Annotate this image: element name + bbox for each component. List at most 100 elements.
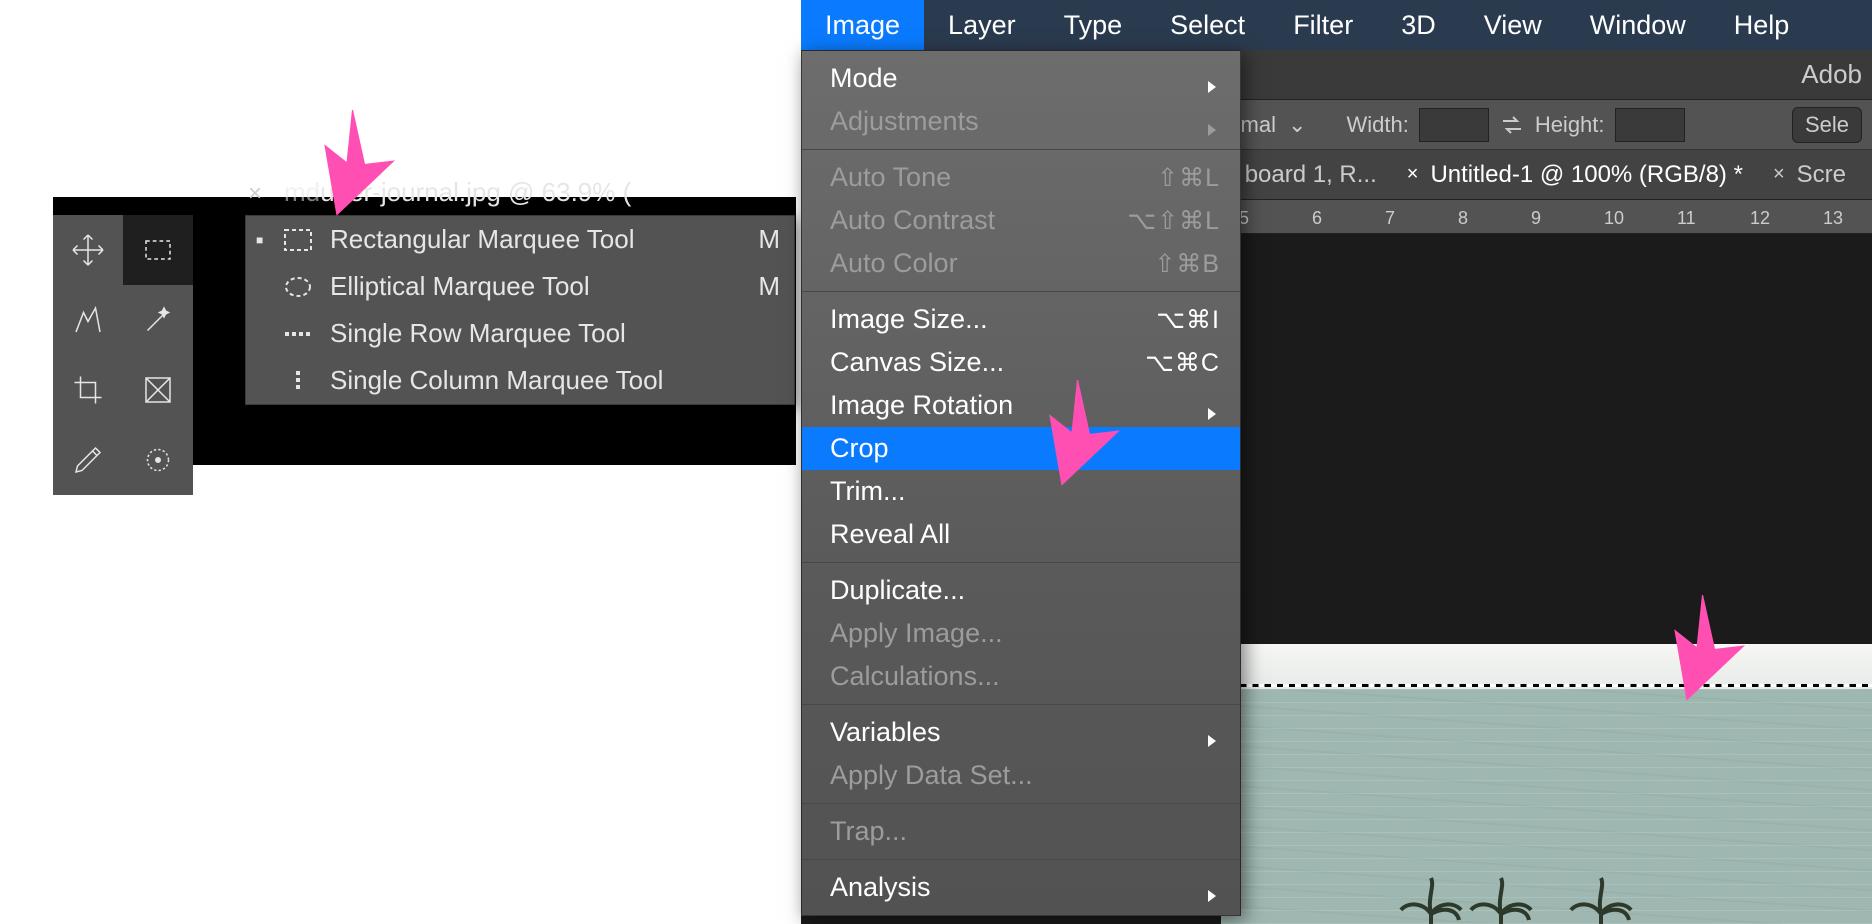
submenu-arrow-icon xyxy=(1204,114,1220,130)
menu-filter[interactable]: Filter xyxy=(1269,0,1377,50)
menu-window[interactable]: Window xyxy=(1566,0,1710,50)
menu-item-label: Trim... xyxy=(830,476,1220,507)
menu-item-image-size[interactable]: Image Size...⌥⌘I xyxy=(802,298,1240,341)
ruler-tick: 8 xyxy=(1458,208,1468,229)
menu-item-trap: Trap... xyxy=(802,810,1240,853)
menu-item-label: Analysis xyxy=(830,872,1196,903)
menu-item-variables[interactable]: Variables xyxy=(802,711,1240,754)
ruler-tick: 11 xyxy=(1677,208,1696,229)
menu-item-label: Apply Image... xyxy=(830,618,1220,649)
menu-item-apply-image: Apply Image... xyxy=(802,612,1240,655)
shortcut: M xyxy=(758,271,780,302)
frame-tool[interactable] xyxy=(123,355,193,425)
ruler-tick: 10 xyxy=(1604,208,1624,229)
marquee-label: Rectangular Marquee Tool xyxy=(330,224,744,255)
menu-item-duplicate[interactable]: Duplicate... xyxy=(802,569,1240,612)
close-icon[interactable]: × xyxy=(1773,163,1785,186)
marquee-option[interactable]: ■Single Row Marquee Tool xyxy=(246,310,794,357)
left-tool-panel: ×mduper-journal.jpg @ 63.9% ( ■Rectangul… xyxy=(53,197,796,465)
shortcut: ⌥⌘I xyxy=(1156,305,1220,335)
lasso-tool[interactable] xyxy=(53,285,123,355)
menu-item-label: Mode xyxy=(830,63,1196,94)
menu-item-analysis[interactable]: Analysis xyxy=(802,866,1240,909)
shortcut: ⌥⌘C xyxy=(1145,348,1220,378)
height-label: Height: xyxy=(1535,112,1605,138)
menu-image[interactable]: Image xyxy=(801,0,924,50)
menu-item-apply-data-set: Apply Data Set... xyxy=(802,754,1240,797)
submenu-arrow-icon xyxy=(1204,71,1220,87)
right-window: ImageLayerTypeSelectFilter3DViewWindowHe… xyxy=(801,0,1872,924)
rectangular-marquee-tool[interactable] xyxy=(123,215,193,285)
doc-tab-label: board 1, R... xyxy=(1245,161,1377,189)
ruler-tick: 13 xyxy=(1823,208,1843,229)
menu-item-label: Variables xyxy=(830,717,1196,748)
left-doc-tab: ×mduper-journal.jpg @ 63.9% ( xyxy=(248,177,631,208)
menu-item-trim[interactable]: Trim... xyxy=(802,470,1240,513)
height-input[interactable] xyxy=(1615,108,1685,142)
ruler-tick: 12 xyxy=(1750,208,1770,229)
width-label: Width: xyxy=(1346,112,1408,138)
rect-marquee-icon xyxy=(280,228,316,252)
marquee-label: Single Column Marquee Tool xyxy=(330,365,766,396)
crop-tool[interactable] xyxy=(53,355,123,425)
menu-item-label: Auto Tone xyxy=(830,162,1157,193)
canvas[interactable] xyxy=(1221,234,1872,924)
menu-item-label: Duplicate... xyxy=(830,575,1220,606)
submenu-arrow-icon xyxy=(1204,880,1220,896)
ruler-tick: 6 xyxy=(1312,208,1322,229)
menu-item-label: Reveal All xyxy=(830,519,1220,550)
marquee-selection-edge xyxy=(1221,684,1872,687)
spot-heal-tool[interactable] xyxy=(123,425,193,495)
menu-item-reveal-all[interactable]: Reveal All xyxy=(802,513,1240,556)
marquee-option[interactable]: ■Single Column Marquee Tool xyxy=(246,357,794,404)
col-marquee-icon xyxy=(280,369,316,393)
chevron-down-icon: ⌄ xyxy=(1288,112,1306,138)
menu-item-crop[interactable]: Crop xyxy=(802,427,1240,470)
palm-graphic xyxy=(1561,864,1641,924)
doc-tab[interactable]: ×Scre xyxy=(1773,161,1846,189)
swap-icon[interactable] xyxy=(1499,112,1525,138)
close-icon[interactable]: × xyxy=(1407,163,1419,186)
menu-item-mode[interactable]: Mode xyxy=(802,57,1240,100)
shortcut: M xyxy=(758,224,780,255)
marquee-option[interactable]: ■Rectangular Marquee ToolM xyxy=(246,216,794,263)
menu-select[interactable]: Select xyxy=(1146,0,1269,50)
menu-item-label: Canvas Size... xyxy=(830,347,1145,378)
doc-tab-label: Untitled-1 @ 100% (RGB/8) * xyxy=(1430,161,1742,189)
menu-item-label: Auto Color xyxy=(830,248,1154,279)
doc-tab[interactable]: ×board 1, R... xyxy=(1221,161,1377,189)
close-icon[interactable]: × xyxy=(248,180,262,207)
shortcut: ⌥⇧⌘L xyxy=(1127,206,1220,236)
width-input[interactable] xyxy=(1419,108,1489,142)
menu-item-label: Adjustments xyxy=(830,106,1196,137)
magic-wand-tool[interactable] xyxy=(123,285,193,355)
doc-tab[interactable]: × Untitled-1 @ 100% (RGB/8) * xyxy=(1407,161,1743,189)
ruler-tick: 7 xyxy=(1385,208,1395,229)
toolbar xyxy=(53,215,193,495)
menu-item-adjustments: Adjustments xyxy=(802,100,1240,143)
move-tool[interactable] xyxy=(53,215,123,285)
marquee-option[interactable]: ■Elliptical Marquee ToolM xyxy=(246,263,794,310)
marquee-flyout-menu: ■Rectangular Marquee ToolM■Elliptical Ma… xyxy=(245,215,795,405)
menu-item-label: Crop xyxy=(830,433,1220,464)
select-button[interactable]: Sele xyxy=(1792,107,1862,143)
menu-item-image-rotation[interactable]: Image Rotation xyxy=(802,384,1240,427)
menu-item-label: Trap... xyxy=(830,816,1220,847)
menu-help[interactable]: Help xyxy=(1710,0,1814,50)
eyedropper-tool[interactable] xyxy=(53,425,123,495)
menu-type[interactable]: Type xyxy=(1040,0,1147,50)
shortcut: ⇧⌘B xyxy=(1154,249,1220,279)
menu-view[interactable]: View xyxy=(1460,0,1566,50)
menu-item-auto-contrast: Auto Contrast⌥⇧⌘L xyxy=(802,199,1240,242)
menu-item-auto-color: Auto Color⇧⌘B xyxy=(802,242,1240,285)
menu-item-label: Auto Contrast xyxy=(830,205,1127,236)
menu-item-label: Image Rotation xyxy=(830,390,1196,421)
canvas-sea xyxy=(1221,689,1872,924)
image-menu-dropdown: ModeAdjustmentsAuto Tone⇧⌘LAuto Contrast… xyxy=(801,50,1241,916)
menu-item-canvas-size[interactable]: Canvas Size...⌥⌘C xyxy=(802,341,1240,384)
submenu-arrow-icon xyxy=(1204,725,1220,741)
menu-layer[interactable]: Layer xyxy=(924,0,1040,50)
menu-3d[interactable]: 3D xyxy=(1377,0,1460,50)
ellipse-marquee-icon xyxy=(280,275,316,299)
marquee-label: Elliptical Marquee Tool xyxy=(330,271,744,302)
